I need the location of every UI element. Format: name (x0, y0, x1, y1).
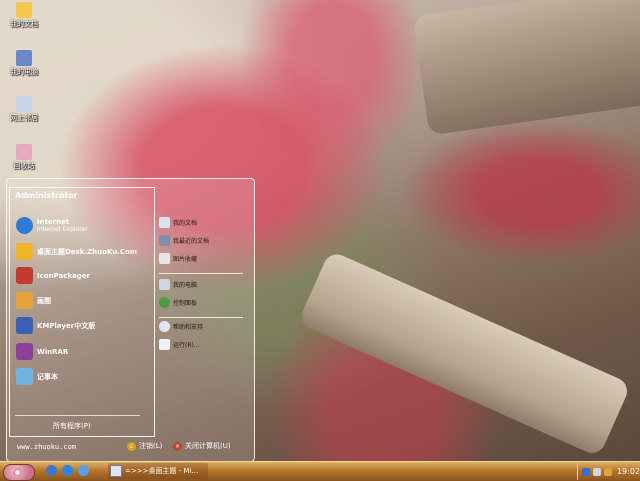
logoff-button[interactable]: c 注销(L) (127, 441, 162, 451)
logoff-icon: c (127, 441, 136, 451)
right-item-recent-docs[interactable]: 我最近的文档 (159, 235, 209, 246)
desktop-icon-my-documents[interactable]: 我的文档 (2, 2, 46, 28)
notepad-icon (16, 368, 33, 385)
run-icon (159, 339, 170, 350)
taskbar: =>>>桌面主题 - Mi... 19:02 (0, 461, 640, 481)
iconpackager-icon (16, 267, 33, 284)
computer-icon (16, 50, 32, 66)
right-item-control-panel[interactable]: 控制面板 (159, 297, 197, 308)
control-panel-icon (159, 297, 170, 308)
media-player-icon[interactable] (78, 465, 89, 476)
right-item-my-documents[interactable]: 我的文档 (159, 217, 197, 228)
theme-icon (16, 243, 33, 260)
start-menu-username: Administrator (15, 191, 78, 200)
start-button[interactable] (3, 464, 35, 481)
my-pictures-icon (159, 253, 170, 264)
right-separator-1 (159, 273, 243, 274)
right-item-my-computer[interactable]: 我的电脑 (159, 279, 197, 290)
internet-explorer-icon (16, 217, 33, 234)
desktop-icon-recycle-bin[interactable]: 回收站 (2, 144, 46, 170)
right-item-my-pictures[interactable]: 图片收藏 (159, 253, 197, 264)
right-item-help[interactable]: 帮助和支持 (159, 321, 203, 332)
start-menu: Administrator Internet Internet Explorer… (6, 178, 255, 462)
desktop-icon-network[interactable]: 网上邻居 (2, 96, 46, 122)
help-icon (159, 321, 170, 332)
program-kmplayer[interactable]: KMPlayer中文版 (16, 317, 95, 334)
recycle-bin-icon (16, 144, 32, 160)
winrar-icon (16, 343, 33, 360)
window-icon (110, 465, 122, 477)
program-desktop-theme[interactable]: 桌面主题Desk.ZhuoKu.Com (16, 243, 137, 260)
right-item-run[interactable]: 运行(R)... (159, 339, 200, 350)
program-notepad[interactable]: 记事本 (16, 368, 58, 385)
wallpaper-fence-rail (297, 250, 632, 458)
start-menu-website: www.zhuoku.com (17, 443, 77, 451)
start-menu-separator (15, 415, 140, 416)
volume-tray-icon[interactable] (592, 467, 601, 476)
program-winrar[interactable]: WinRAR (16, 343, 68, 360)
right-separator-2 (159, 317, 243, 318)
taskbar-task-desktop-theme[interactable]: =>>>桌面主题 - Mi... (108, 463, 208, 479)
app-tray-icon[interactable] (603, 467, 612, 476)
shutdown-icon: × (173, 441, 182, 451)
wallpaper-fence-top (412, 0, 640, 136)
system-tray: 19:02 (577, 463, 640, 480)
my-computer-icon (159, 279, 170, 290)
folder-icon (16, 2, 32, 18)
internet-explorer-icon[interactable] (62, 465, 73, 476)
clock[interactable]: 19:02 (617, 467, 640, 476)
all-programs-button[interactable]: 所有程序(P) (53, 421, 91, 431)
network-tray-icon[interactable] (582, 467, 590, 476)
shutdown-button[interactable]: × 关闭计算机(U) (173, 441, 231, 451)
show-desktop-icon[interactable] (46, 465, 57, 476)
program-internet[interactable]: Internet Internet Explorer (16, 217, 88, 234)
paint-icon (16, 292, 33, 309)
desktop-icon-my-computer[interactable]: 我的电脑 (2, 50, 46, 76)
kmplayer-icon (16, 317, 33, 334)
program-iconpackager[interactable]: IconPackager (16, 267, 90, 284)
network-icon (16, 96, 32, 112)
recent-docs-icon (159, 235, 170, 246)
flower-logo-icon (13, 468, 22, 477)
program-paint[interactable]: 画图 (16, 292, 51, 309)
my-documents-icon (159, 217, 170, 228)
